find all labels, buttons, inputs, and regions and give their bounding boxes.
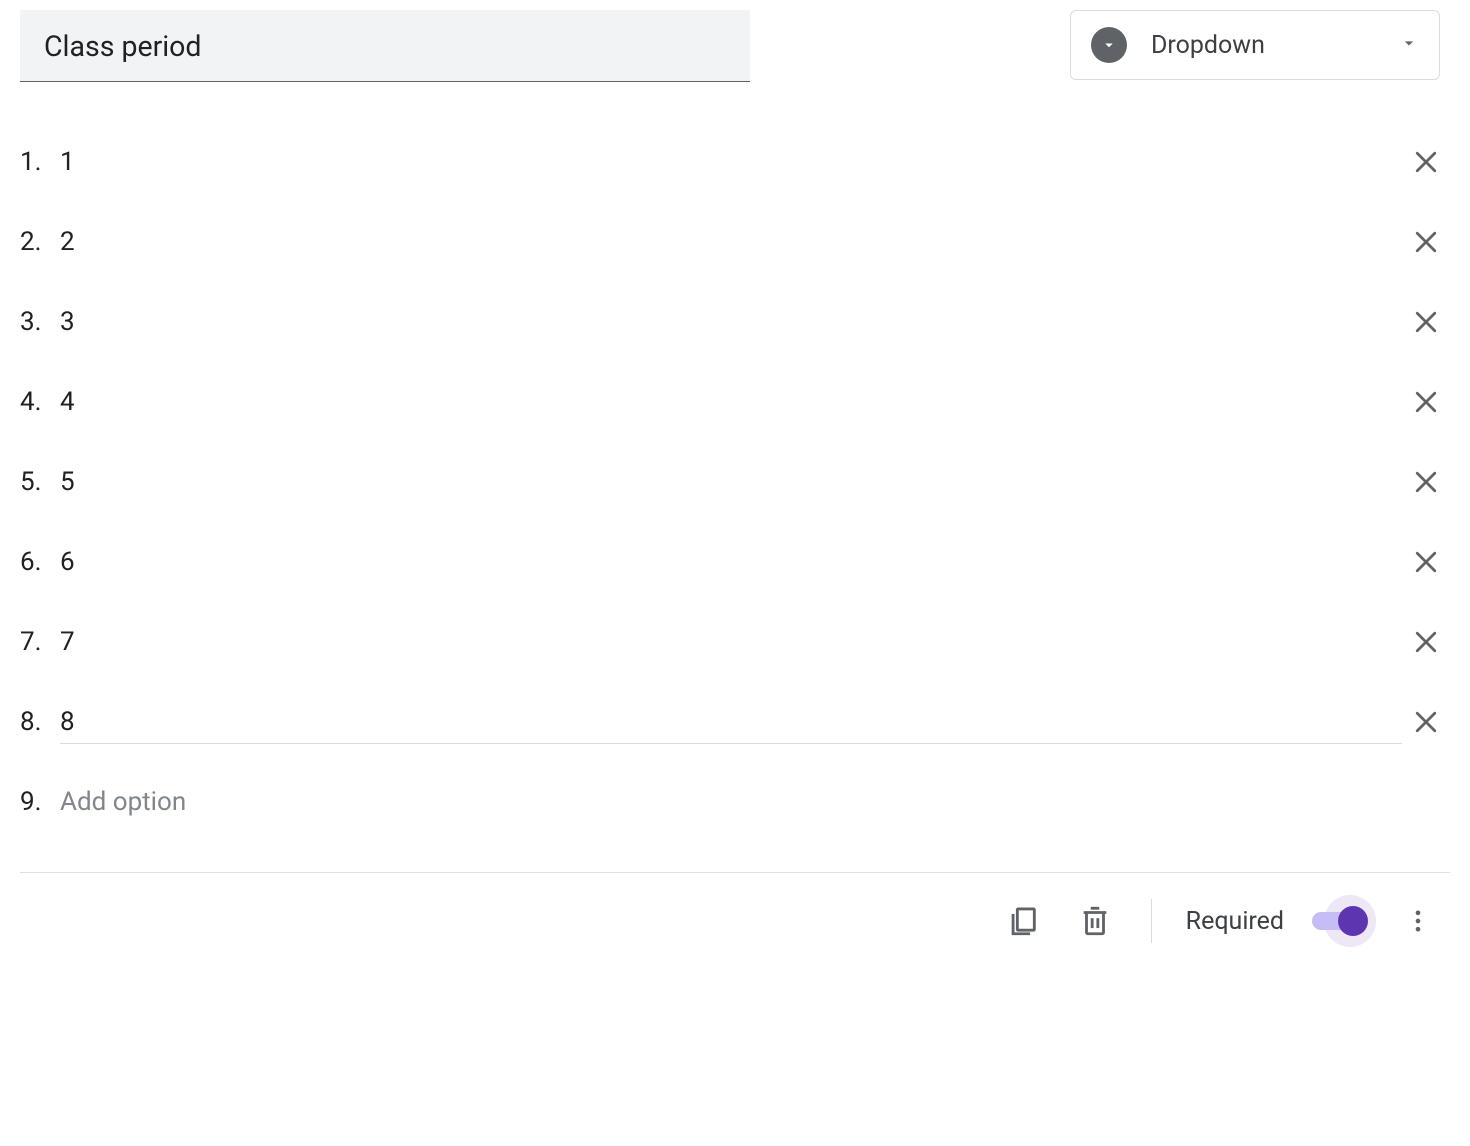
option-row: 3.3: [20, 282, 1450, 362]
option-number: 5.: [20, 467, 60, 497]
add-option-number: 9.: [20, 787, 60, 817]
remove-option-button[interactable]: [1402, 307, 1450, 337]
remove-option-button[interactable]: [1402, 147, 1450, 177]
required-label: Required: [1186, 907, 1284, 936]
option-row: 4.4: [20, 362, 1450, 442]
option-row: 2.2: [20, 202, 1450, 282]
question-type-selector[interactable]: Dropdown: [1070, 10, 1440, 80]
option-number: 3.: [20, 307, 60, 337]
option-text-input[interactable]: 4: [60, 381, 1402, 424]
more-options-button[interactable]: [1396, 899, 1440, 943]
option-text-input[interactable]: 6: [60, 541, 1402, 584]
remove-option-button[interactable]: [1402, 467, 1450, 497]
remove-option-button[interactable]: [1402, 627, 1450, 657]
option-row: 7.7: [20, 602, 1450, 682]
remove-option-button[interactable]: [1402, 707, 1450, 737]
remove-option-button[interactable]: [1402, 227, 1450, 257]
footer-separator: [1151, 899, 1152, 943]
option-number: 7.: [20, 627, 60, 657]
remove-option-button[interactable]: [1402, 547, 1450, 577]
option-number: 8.: [20, 707, 60, 737]
required-toggle[interactable]: [1312, 895, 1368, 947]
option-row: 1.1: [20, 122, 1450, 202]
option-number: 6.: [20, 547, 60, 577]
option-number: 4.: [20, 387, 60, 417]
duplicate-button[interactable]: [1001, 899, 1045, 943]
dropdown-icon: [1091, 27, 1127, 63]
option-text-input[interactable]: 5: [60, 461, 1402, 504]
option-row: 6.6: [20, 522, 1450, 602]
question-type-label: Dropdown: [1151, 31, 1265, 60]
remove-option-button[interactable]: [1402, 387, 1450, 417]
delete-button[interactable]: [1073, 899, 1117, 943]
option-text-input[interactable]: 8: [60, 701, 1402, 744]
option-number: 1.: [20, 147, 60, 177]
option-row: 8.8: [20, 682, 1450, 762]
question-title-input[interactable]: [20, 10, 750, 82]
option-text-input[interactable]: 1: [60, 141, 1402, 184]
option-text-input[interactable]: 3: [60, 301, 1402, 344]
option-text-input[interactable]: 2: [60, 221, 1402, 264]
caret-down-icon: [1399, 31, 1419, 60]
add-option-input[interactable]: Add option: [60, 787, 186, 817]
option-number: 2.: [20, 227, 60, 257]
option-text-input[interactable]: 7: [60, 621, 1402, 664]
option-row: 5.5: [20, 442, 1450, 522]
